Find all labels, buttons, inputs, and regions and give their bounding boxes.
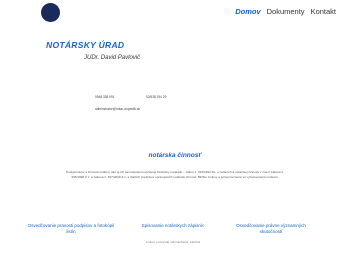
notary-name: JUDr. David Pavlovič: [84, 55, 141, 61]
service-card-notarial-records[interactable]: Spisovanie notárskych zápisníc: [128, 223, 218, 229]
phone-number-2[interactable]: 02/638 194 29: [146, 95, 166, 99]
email-link[interactable]: adminstrator@notar-dupavlik.sk: [95, 107, 140, 111]
section-title: notárska činnosť: [148, 152, 202, 159]
logo[interactable]: [41, 3, 60, 22]
section-description: Poskytovanie a činnosti notárov, ako aj …: [66, 170, 284, 179]
phone-number-1[interactable]: 0948 338 991: [95, 95, 115, 99]
service-card-signatures[interactable]: Osvedčovanie pravosti podpisov a fotokóp…: [26, 223, 116, 234]
page-title: NOTÁRSKY ÚRAD: [46, 40, 125, 50]
nav-dokumenty[interactable]: Dokumenty: [267, 7, 305, 16]
nav-domov[interactable]: Domov: [235, 7, 260, 16]
service-card-notarial-records-subtitle: zmluvy o prevode nehnuteľností, záložné: [145, 240, 201, 244]
service-card-legal-facts[interactable]: Osvedčovanie právne významných skutočnos…: [226, 223, 316, 234]
nav-kontakt[interactable]: Kontakt: [311, 7, 336, 16]
main-nav: Domov Dokumenty Kontakt: [235, 7, 336, 16]
